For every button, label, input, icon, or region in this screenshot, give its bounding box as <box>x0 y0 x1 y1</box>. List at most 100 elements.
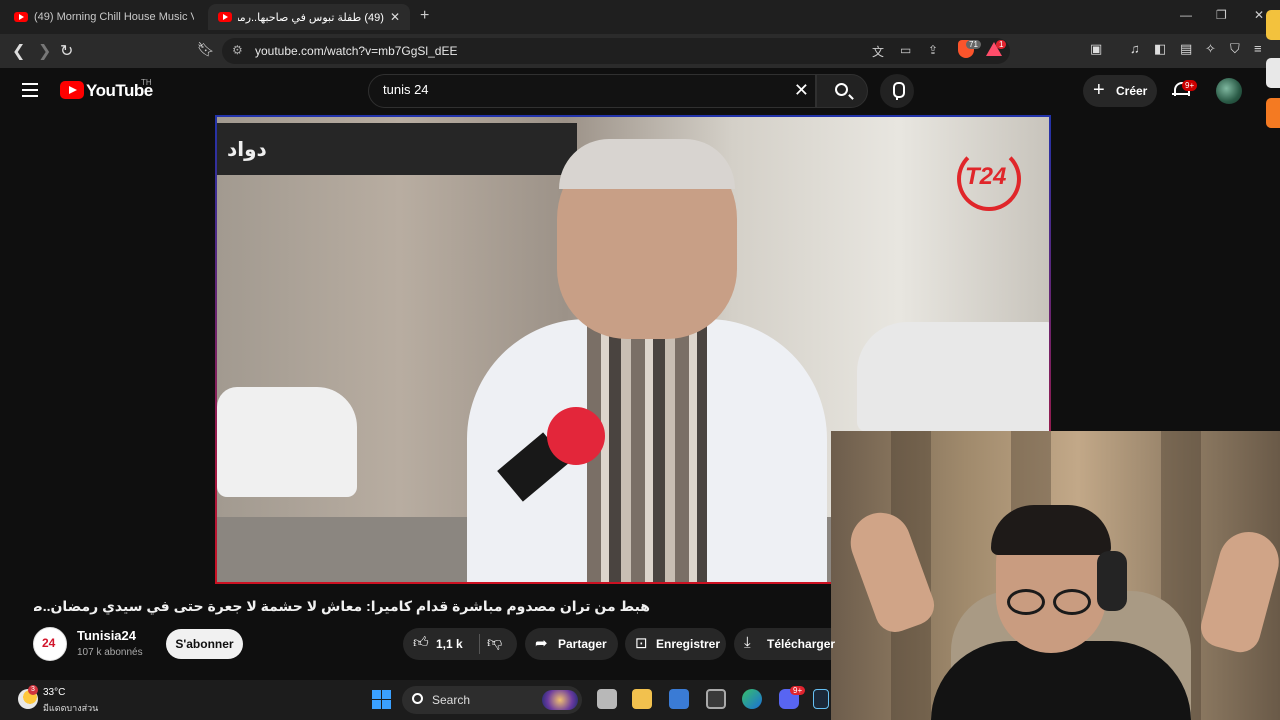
shirt <box>931 641 1191 720</box>
address-bar[interactable]: ⚙︎ youtube.com/watch?v=mb7GgSl_dEE 文 ▭ ⇪ <box>222 38 1010 64</box>
account-avatar[interactable] <box>1216 78 1242 104</box>
video-title: هبط من تران مصدوم مباشرة قدام كاميرا: مع… <box>34 598 650 614</box>
side-extension-strip <box>1266 10 1280 160</box>
window-close-icon[interactable]: ✕ <box>1254 8 1264 22</box>
tab-close-icon[interactable]: ✕ <box>390 10 400 24</box>
hair <box>991 505 1111 555</box>
screenshot-icon[interactable]: ▣ <box>1090 41 1102 57</box>
leo-ai-icon[interactable]: ✧ <box>1205 41 1216 57</box>
youtube-favicon-icon <box>218 12 232 22</box>
youtube-logo-icon[interactable] <box>60 81 84 99</box>
tab-morning-chill[interactable]: (49) Morning Chill House Music Vol.3 <box>4 4 204 30</box>
subscribe-button[interactable]: S'abonner <box>166 629 243 659</box>
steam-icon[interactable] <box>813 689 829 709</box>
hand <box>1196 525 1280 657</box>
browser-toolbar: ❮ ❯ ↻ 🔖︎ ⚙︎ youtube.com/watch?v=mb7GgSl_… <box>0 34 1280 68</box>
app-icon[interactable] <box>706 689 726 709</box>
taskbar-search[interactable]: Search <box>402 686 582 714</box>
cart-extension-icon[interactable] <box>1266 58 1280 88</box>
save-button[interactable]: ⊡ Enregistrer <box>625 628 726 660</box>
sidebar-icon[interactable]: ◧ <box>1154 41 1166 57</box>
interviewee <box>467 139 827 582</box>
notifications-badge: 9+ <box>1182 80 1198 91</box>
search-icon <box>412 693 423 704</box>
discord-badge: 9+ <box>790 686 806 695</box>
country-code: TH <box>141 78 152 87</box>
url-text: youtube.com/watch?v=mb7GgSl_dEE <box>255 44 458 58</box>
reload-icon[interactable]: ↻ <box>60 41 73 61</box>
youtube-header: YouTube TH ✕ + Créer 9+ <box>0 68 1266 114</box>
windows-taskbar: 3 33°C มีแดดบางส่วน Search 9+ <box>0 680 831 720</box>
awning-text: دواد <box>227 139 267 161</box>
windows-start-icon[interactable] <box>372 690 391 709</box>
parked-car <box>217 387 357 497</box>
parked-car <box>857 322 1049 432</box>
wallet-icon[interactable]: ▤ <box>1180 41 1192 57</box>
search-icon <box>835 83 848 96</box>
tab-title: (49) Morning Chill House Music Vol.3 <box>34 11 194 23</box>
subscriber-count: 107 k abonnés <box>77 647 143 658</box>
like-dislike-group: 👍︎ 1,1 k 👎︎ <box>403 628 517 660</box>
share-label: Partager <box>558 637 607 651</box>
channel-avatar[interactable] <box>33 627 67 661</box>
temperature: 33°C <box>43 687 66 698</box>
new-tab-icon[interactable]: + <box>420 7 429 25</box>
tab-title: (49) طفلة تبوس في صاحبها..رمضان <box>238 11 384 24</box>
tab-active-video[interactable]: (49) طفلة تبوس في صاحبها..رمضان ✕ <box>208 4 410 30</box>
hair <box>559 139 735 189</box>
share-icon[interactable]: ⇪ <box>928 43 938 57</box>
minimize-icon[interactable]: — <box>1180 8 1192 22</box>
like-count[interactable]: 1,1 k <box>436 637 463 651</box>
channel-name[interactable]: Tunisia24 <box>77 628 136 643</box>
back-icon[interactable]: ❮ <box>12 41 25 61</box>
edge-icon[interactable] <box>742 689 762 709</box>
create-button[interactable]: + Créer <box>1083 75 1157 107</box>
cart-extension-icon[interactable] <box>1266 98 1280 128</box>
site-info-icon[interactable]: ⚙︎ <box>232 43 243 57</box>
browser-tab-bar: (49) Morning Chill House Music Vol.3 (49… <box>0 0 1280 34</box>
headphones <box>1097 551 1127 611</box>
save-label: Enregistrer <box>656 637 721 651</box>
vpn-icon[interactable]: ⛉ <box>1230 41 1240 57</box>
voice-search-icon[interactable] <box>880 74 914 108</box>
search-button[interactable] <box>816 74 868 108</box>
bookmark-icon[interactable]: 🔖︎ <box>197 41 215 58</box>
taskbar-search-label: Search <box>432 693 471 707</box>
music-icon[interactable]: ♫ <box>1130 41 1140 56</box>
file-explorer-icon[interactable] <box>632 689 652 709</box>
search-input[interactable] <box>383 82 773 97</box>
dislike-icon[interactable]: 👎︎ <box>487 634 502 652</box>
menu-icon[interactable]: ≡ <box>1254 41 1262 56</box>
brave-shields-badge: 71 <box>966 40 981 49</box>
share-button[interactable]: ➦ Partager <box>525 628 618 660</box>
share-icon: ➦ <box>535 635 548 652</box>
search-box: ✕ <box>368 74 816 108</box>
clear-search-icon[interactable]: ✕ <box>794 80 809 101</box>
cast-icon[interactable]: ▭ <box>900 43 911 57</box>
translate-icon[interactable]: 文 <box>872 43 884 60</box>
cart-extension-icon[interactable] <box>1266 10 1280 40</box>
hamburger-menu-icon[interactable] <box>22 83 38 97</box>
save-icon: ⊡ <box>635 635 648 652</box>
task-view-icon[interactable] <box>597 689 617 709</box>
download-icon: ⤓ <box>744 634 751 651</box>
download-label: Télécharger <box>767 637 836 651</box>
like-icon[interactable]: 👍︎ <box>413 634 429 652</box>
glasses-icon <box>1007 589 1045 615</box>
glasses-icon <box>1053 589 1091 615</box>
download-button[interactable]: ⤓ Télécharger <box>734 628 835 660</box>
t24-logo-text: T24 <box>965 163 1007 190</box>
t24-logo: T24 <box>957 147 1021 211</box>
create-label: Créer <box>1116 84 1148 98</box>
store-icon[interactable] <box>669 689 689 709</box>
restore-icon[interactable]: ❐ <box>1216 8 1227 22</box>
search-highlight-icon <box>542 690 578 710</box>
weather-badge: 3 <box>28 685 38 695</box>
weather-description: มีแดดบางส่วน <box>43 703 99 713</box>
like-divider <box>479 634 480 654</box>
youtube-favicon-icon <box>14 12 28 22</box>
forward-icon[interactable]: ❯ <box>38 41 51 61</box>
webcam-overlay <box>831 431 1280 720</box>
plus-icon: + <box>1093 79 1105 101</box>
microphone-foam <box>547 407 605 465</box>
